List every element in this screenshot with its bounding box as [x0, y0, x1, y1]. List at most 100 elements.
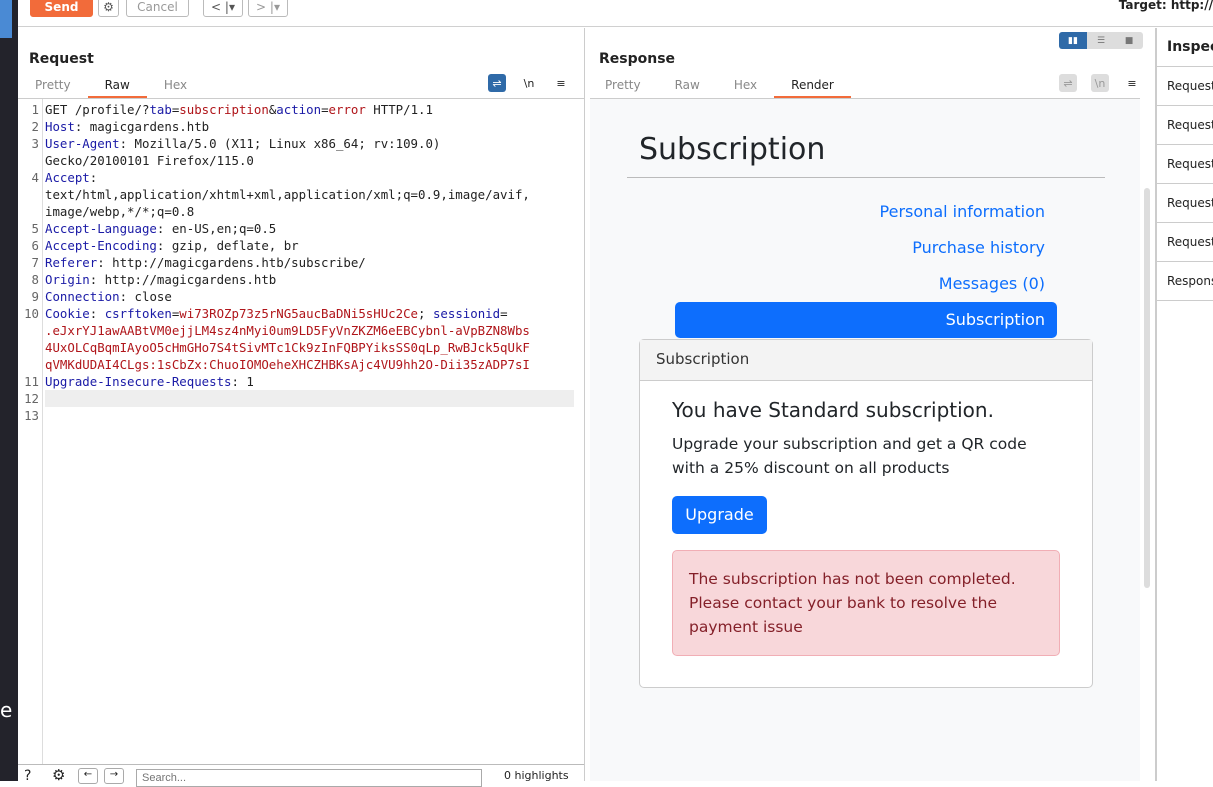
nav-purchase-history[interactable]: Purchase history: [912, 238, 1045, 257]
inspector-row[interactable]: Request attributes: [1157, 67, 1213, 106]
layout-toggle: ▮▮ ☰ ■: [1059, 32, 1143, 49]
code-line: Connection: close: [45, 289, 172, 304]
tab-pretty[interactable]: Pretty: [588, 76, 658, 98]
send-button[interactable]: Send: [30, 0, 93, 17]
code-token: =: [321, 102, 329, 117]
line-number: 12: [24, 391, 39, 406]
tab-render[interactable]: Render: [774, 76, 851, 98]
search-bar: ? ⚙ ← → 0 highlights: [18, 764, 584, 787]
tab-hex[interactable]: Hex: [147, 76, 204, 98]
rendered-page: Subscription Personal information Purcha…: [590, 98, 1140, 781]
code-token: GET /profile/?: [45, 102, 150, 117]
newline-icon[interactable]: \n: [1091, 74, 1109, 92]
left-strip: [0, 0, 18, 781]
request-panel: Request Pretty Raw Hex ⇌ \n ≡ 1 2 3 4 5 6 7 8 9 10 1…: [18, 28, 585, 787]
code-token: qVMKdUDAI4CLgs:1sCbZx:ChuoIOMOeheXHCZHBK…: [45, 357, 530, 372]
forward-button[interactable]: > | ▾: [248, 0, 288, 17]
page-heading: Subscription: [639, 132, 826, 167]
help-icon[interactable]: ?: [24, 768, 31, 784]
code-line: Accept:: [45, 170, 97, 185]
subscription-card: Subscription You have Standard subscript…: [639, 339, 1093, 688]
inspector-row[interactable]: Response headers: [1157, 262, 1213, 301]
tab-pretty[interactable]: Pretty: [18, 76, 88, 98]
response-panel: ▮▮ ☰ ■ Response Pretty Raw Hex Render ⇌ \n …: [588, 28, 1153, 781]
scrollbar[interactable]: [1144, 188, 1150, 588]
code-token: Cookie: [45, 306, 90, 321]
back-button[interactable]: < | ▾: [203, 0, 243, 17]
menu-icon[interactable]: ≡: [552, 74, 570, 92]
code-line: Gecko/20100101 Firefox/115.0: [45, 153, 254, 168]
highlights-count: 0 highlights: [504, 769, 569, 782]
code-token: Connection: [45, 289, 120, 304]
line-number: 3: [31, 136, 39, 151]
code-line: User-Agent: Mozilla/5.0 (X11; Linux x86_…: [45, 136, 440, 151]
code-token: :: [89, 306, 105, 321]
code-line: Referer: http://magicgardens.htb/subscri…: [45, 255, 366, 270]
code-line: Accept-Encoding: gzip, deflate, br: [45, 238, 299, 253]
next-match-button[interactable]: →: [104, 768, 124, 784]
inspector-title: Inspector: [1157, 28, 1213, 67]
gear-icon[interactable]: ⚙: [98, 0, 119, 17]
card-title: You have Standard subscription.: [672, 398, 994, 422]
code-token: .eJxrYJ1awAABtVM0ejjLM4sz4nMyi0um9LD5FyV…: [45, 323, 530, 338]
tab-raw[interactable]: Raw: [87, 76, 147, 98]
line-number: 8: [31, 272, 39, 287]
wrap-icon[interactable]: ⇌: [488, 74, 506, 92]
line-gutter: 1 2 3 4 5 6 7 8 9 10 11 12 13: [18, 99, 43, 764]
code-token: =: [500, 306, 508, 321]
code-line: image/webp,*/*;q=0.8: [45, 204, 194, 219]
inspector-row[interactable]: Request query parameters: [1157, 106, 1213, 145]
inspector-row[interactable]: Request cookies: [1157, 184, 1213, 223]
code-token: : en-US,en;q=0.5: [156, 221, 277, 236]
nav-subscription[interactable]: Subscription: [675, 302, 1057, 338]
inspector-row[interactable]: Request body parameters: [1157, 145, 1213, 184]
split-horizontal-icon[interactable]: ▮▮: [1059, 32, 1087, 49]
inspector-panel: Inspector Request attributesRequest quer…: [1155, 28, 1213, 781]
code-line: Upgrade-Insecure-Requests: 1: [45, 374, 254, 389]
tab-hex[interactable]: Hex: [717, 76, 774, 98]
code-token: : magicgardens.htb: [74, 119, 210, 134]
code-token: tab: [149, 102, 172, 117]
code-token: csrftoken: [104, 306, 172, 321]
chevron-down-icon[interactable]: ▾: [274, 0, 280, 14]
side-text: e: [0, 698, 13, 722]
code-token: Referer: [45, 255, 98, 270]
response-title: Response: [599, 51, 676, 67]
code-token: image/webp,*/*;q=0.8: [45, 204, 195, 219]
card-text: Upgrade your subscription and get a QR c…: [672, 435, 1027, 477]
code-token: action: [276, 102, 322, 117]
request-tabs: Pretty Raw Hex: [18, 76, 204, 98]
newline-icon[interactable]: \n: [520, 74, 538, 92]
line-number: 13: [24, 408, 39, 423]
code-line: Host: magicgardens.htb: [45, 119, 209, 134]
code-token: : 1: [231, 374, 254, 389]
card-header: Subscription: [640, 340, 1092, 381]
split-vertical-icon[interactable]: ☰: [1087, 32, 1115, 49]
code-token: sessionid: [432, 306, 501, 321]
code-line: Cookie: csrftoken = wi73ROZp73z5rNG5aucBaD…: [45, 306, 508, 321]
nav-personal-information[interactable]: Personal information: [880, 202, 1045, 221]
code-token: ;: [418, 306, 433, 321]
inspector-row[interactable]: Request headers: [1157, 223, 1213, 262]
nav-messages[interactable]: Messages (0): [939, 274, 1045, 293]
tab-raw[interactable]: Raw: [658, 76, 717, 98]
gear-icon[interactable]: ⚙: [52, 766, 65, 784]
search-input[interactable]: [136, 769, 482, 787]
single-pane-icon[interactable]: ■: [1115, 32, 1143, 49]
request-editor[interactable]: 1 2 3 4 5 6 7 8 9 10 11 12 13 GET /profile/?tab=subs…: [18, 98, 584, 764]
side-tab[interactable]: [0, 0, 12, 38]
prev-match-button[interactable]: ←: [78, 768, 98, 784]
code-token: Accept-Language: [45, 221, 157, 236]
line-number: 4: [31, 170, 39, 185]
code-line: .eJxrYJ1awAABtVM0ejjLM4sz4nMyi0um9LD5FyV…: [45, 323, 530, 338]
code-token: : http://magicgardens.htb/subscribe/: [97, 255, 366, 270]
code-line: qVMKdUDAI4CLgs:1sCbZx:ChuoIOMOeheXHCZHBK…: [45, 357, 530, 372]
wrap-icon[interactable]: ⇌: [1059, 74, 1077, 92]
menu-icon[interactable]: ≡: [1123, 74, 1141, 92]
chevron-down-icon[interactable]: ▾: [229, 0, 235, 14]
line-number: 2: [31, 119, 39, 134]
cancel-button[interactable]: Cancel: [126, 0, 189, 17]
code-line: Origin: http://magicgardens.htb: [45, 272, 276, 287]
upgrade-button[interactable]: Upgrade: [672, 496, 767, 534]
code-line: Accept-Language: en-US,en;q=0.5: [45, 221, 276, 236]
